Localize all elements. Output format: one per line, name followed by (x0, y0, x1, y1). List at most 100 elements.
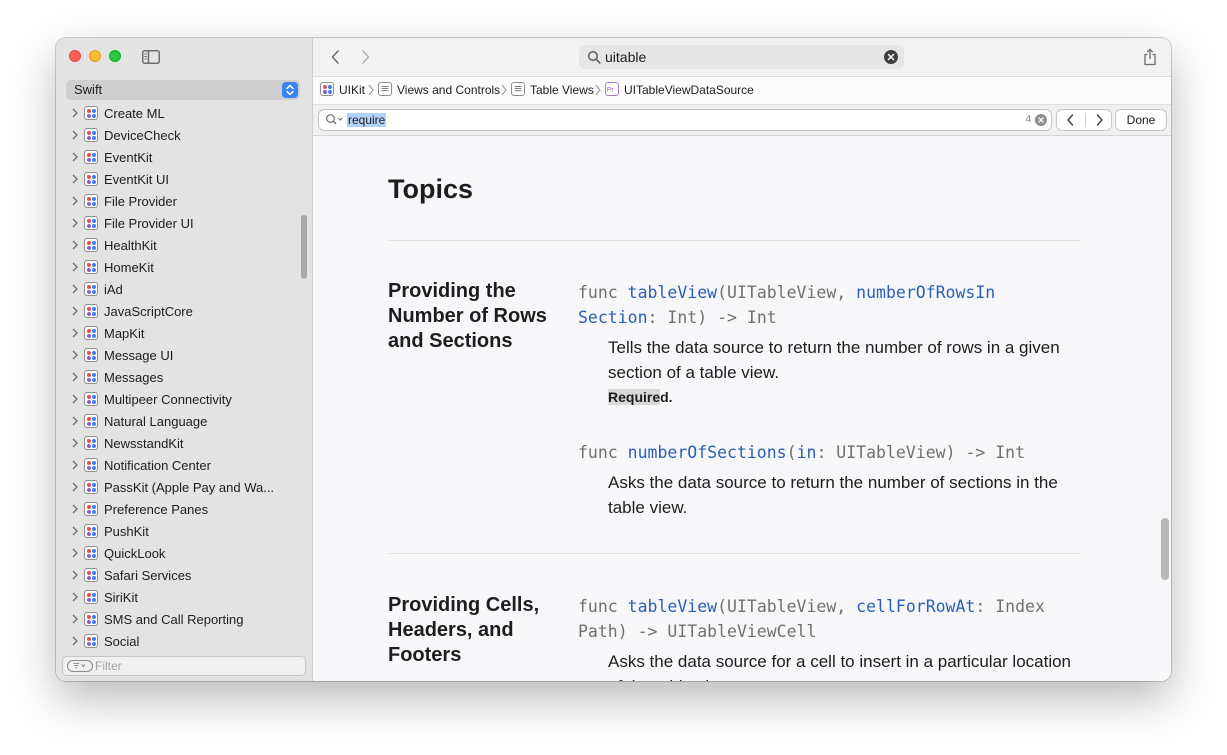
framework-icon (84, 106, 98, 120)
disclosure-chevron-icon[interactable] (71, 437, 79, 449)
disclosure-chevron-icon[interactable] (71, 349, 79, 361)
sidebar-item[interactable]: JavaScriptCore (56, 301, 312, 323)
sidebar-item-label: NewsstandKit (104, 436, 184, 451)
sidebar-toggle-icon[interactable] (142, 50, 160, 64)
disclosure-chevron-icon[interactable] (71, 305, 79, 317)
disclosure-chevron-icon[interactable] (71, 195, 79, 207)
disclosure-chevron-icon[interactable] (71, 217, 79, 229)
disclosure-chevron-icon[interactable] (71, 525, 79, 537)
disclosure-chevron-icon[interactable] (71, 261, 79, 273)
sidebar-item[interactable]: Preference Panes (56, 499, 312, 521)
sidebar-item[interactable]: Safari Services (56, 565, 312, 587)
sidebar-item-label: HomeKit (104, 260, 154, 275)
find-done-button[interactable]: Done (1115, 109, 1167, 131)
breadcrumb-item-views-and-controls[interactable]: Views and Controls (397, 83, 500, 97)
clear-search-icon[interactable] (884, 50, 898, 64)
breadcrumb-item-uitableviewdatasource[interactable]: UITableViewDataSource (624, 83, 754, 97)
content-scrollbar[interactable] (1161, 518, 1169, 580)
disclosure-chevron-icon[interactable] (71, 547, 79, 559)
sidebar-item[interactable]: EventKit (56, 147, 312, 169)
breadcrumb-item-table-views[interactable]: Table Views (530, 83, 594, 97)
framework-icon (84, 524, 98, 538)
clear-find-icon[interactable] (1035, 114, 1047, 126)
next-match-icon[interactable] (1085, 113, 1113, 127)
disclosure-chevron-icon[interactable] (71, 151, 79, 163)
disclosure-chevron-icon[interactable] (71, 481, 79, 493)
framework-icon (84, 436, 98, 450)
sidebar-item[interactable]: Message UI (56, 345, 312, 367)
disclosure-chevron-icon[interactable] (71, 173, 79, 185)
close-window-button[interactable] (69, 50, 81, 62)
disclosure-chevron-icon[interactable] (71, 635, 79, 647)
symbol-declaration-line[interactable]: func tableView(UITableView, numberOfRows… (578, 280, 995, 305)
filter-field[interactable]: Filter (62, 656, 306, 676)
sidebar-item[interactable]: Multipeer Connectivity (56, 389, 312, 411)
updown-chevron-icon (282, 82, 298, 98)
sidebar-item-label: HealthKit (104, 238, 157, 253)
disclosure-chevron-icon[interactable] (71, 129, 79, 141)
minimize-window-button[interactable] (89, 50, 101, 62)
divider (388, 553, 1080, 554)
sidebar-item[interactable]: iAd (56, 279, 312, 301)
sidebar-item[interactable]: SiriKit (56, 587, 312, 609)
sidebar-item-label: PassKit (Apple Pay and Wa... (104, 480, 275, 495)
sidebar-item[interactable]: File Provider (56, 191, 312, 213)
find-navigation (1056, 109, 1112, 131)
zoom-window-button[interactable] (109, 50, 121, 62)
sidebar-item[interactable]: Notification Center (56, 455, 312, 477)
sidebar-item[interactable]: Create ML (56, 104, 312, 125)
sidebar-item[interactable]: HomeKit (56, 257, 312, 279)
sidebar-item-label: File Provider (104, 194, 177, 209)
disclosure-chevron-icon[interactable] (71, 569, 79, 581)
sidebar-item[interactable]: QuickLook (56, 543, 312, 565)
sidebar-item[interactable]: SMS and Call Reporting (56, 609, 312, 631)
framework-icon (84, 216, 98, 230)
sidebar-item[interactable]: NewsstandKit (56, 433, 312, 455)
sidebar-scrollbar[interactable] (301, 215, 307, 279)
framework-icon (84, 348, 98, 362)
disclosure-chevron-icon[interactable] (71, 327, 79, 339)
symbol-declaration-line[interactable]: func tableView(UITableView, cellForRowAt… (578, 594, 1045, 619)
disclosure-chevron-icon[interactable] (71, 283, 79, 295)
sidebar-item-label: Notification Center (104, 458, 211, 473)
sidebar-item[interactable]: Social (56, 631, 312, 652)
breadcrumb-item-uikit[interactable]: UIKit (339, 83, 365, 97)
framework-icon (84, 128, 98, 142)
toolbar: uitable (313, 38, 1171, 77)
sidebar-item[interactable]: DeviceCheck (56, 125, 312, 147)
symbol-declaration-line[interactable]: func numberOfSections(in: UITableView) -… (578, 440, 1025, 465)
find-input[interactable]: require 4 (318, 109, 1052, 131)
disclosure-chevron-icon[interactable] (71, 393, 79, 405)
sidebar-item-label: iAd (104, 282, 123, 297)
disclosure-chevron-icon[interactable] (71, 503, 79, 515)
symbol-declaration-line[interactable]: Path) -> UITableViewCell (578, 619, 816, 644)
symbol-declaration-line[interactable]: Section: Int) -> Int (578, 305, 777, 330)
sidebar-item[interactable]: EventKit UI (56, 169, 312, 191)
section-title: Providing Cells, Headers, and Footers (388, 594, 540, 666)
language-select-value: Swift (74, 82, 103, 97)
disclosure-chevron-icon[interactable] (71, 459, 79, 471)
previous-match-icon[interactable] (1057, 113, 1084, 127)
sidebar-item[interactable]: Natural Language (56, 411, 312, 433)
search-input[interactable]: uitable (579, 45, 904, 69)
sidebar-item-label: Create ML (104, 106, 165, 121)
framework-icon (84, 634, 98, 648)
forward-chevron-icon[interactable] (358, 49, 372, 65)
disclosure-chevron-icon[interactable] (71, 613, 79, 625)
search-options-icon[interactable] (325, 113, 345, 127)
sidebar-item[interactable]: MapKit (56, 323, 312, 345)
language-select[interactable]: Swift (66, 80, 300, 100)
disclosure-chevron-icon[interactable] (71, 239, 79, 251)
back-chevron-icon[interactable] (329, 49, 343, 65)
sidebar-item[interactable]: HealthKit (56, 235, 312, 257)
sidebar-item[interactable]: File Provider UI (56, 213, 312, 235)
disclosure-chevron-icon[interactable] (71, 371, 79, 383)
disclosure-chevron-icon[interactable] (71, 415, 79, 427)
disclosure-chevron-icon[interactable] (71, 591, 79, 603)
sidebar-item[interactable]: PassKit (Apple Pay and Wa... (56, 477, 312, 499)
sidebar-item[interactable]: PushKit (56, 521, 312, 543)
share-icon[interactable] (1143, 48, 1157, 66)
disclosure-chevron-icon[interactable] (71, 107, 79, 119)
code-function-name: tableView (627, 597, 718, 616)
sidebar-item[interactable]: Messages (56, 367, 312, 389)
